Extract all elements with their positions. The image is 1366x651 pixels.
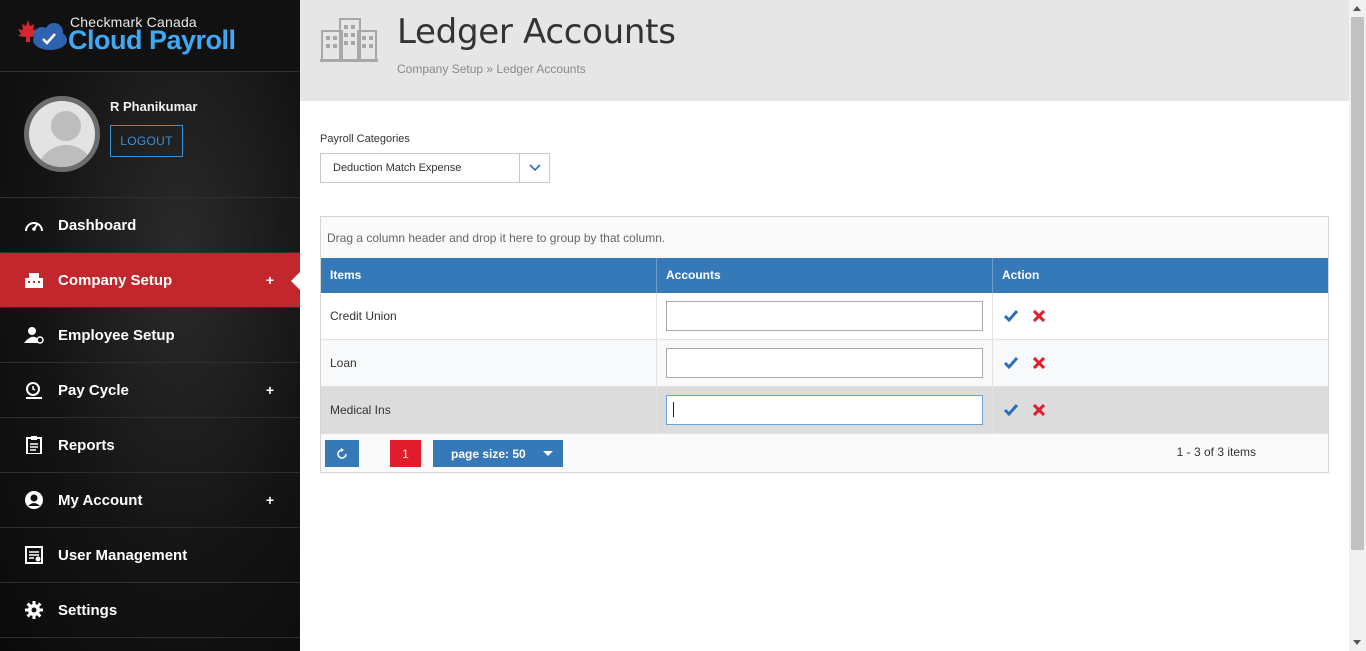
- breadcrumb: Company Setup » Ledger Accounts: [397, 62, 586, 76]
- group-by-drop-area[interactable]: Drag a column header and drop it here to…: [321, 217, 1328, 258]
- account-input[interactable]: [666, 348, 983, 378]
- expand-plus-icon[interactable]: +: [260, 382, 280, 398]
- sidebar-item-label: Pay Cycle: [58, 381, 129, 399]
- sidebar-item-label: Dashboard: [58, 216, 137, 234]
- cancel-x-icon[interactable]: [1030, 401, 1048, 419]
- item-name: Credit Union: [330, 309, 397, 323]
- account-user-icon: [24, 490, 44, 510]
- caret-down-icon: [543, 451, 553, 456]
- expand-plus-icon[interactable]: +: [260, 492, 280, 508]
- sidebar-item-label: Company Setup: [58, 271, 173, 289]
- page-title: Ledger Accounts: [397, 12, 676, 52]
- brand-main-text: Cloud Payroll: [68, 25, 236, 55]
- pager-info: 1 - 3 of 3 items: [1176, 445, 1256, 459]
- logout-button[interactable]: LOGOUT: [110, 125, 183, 157]
- user-management-icon: [24, 545, 44, 565]
- page-header: Ledger Accounts Company Setup » Ledger A…: [300, 0, 1349, 101]
- chevron-down-icon[interactable]: [519, 154, 549, 182]
- sidebar: Checkmark Canada Cloud Payroll R Phaniku…: [0, 0, 300, 651]
- cancel-x-icon[interactable]: [1030, 307, 1048, 325]
- sidebar-item-label: My Account: [58, 491, 143, 509]
- scrollbar-thumb[interactable]: [1351, 17, 1364, 550]
- item-name: Loan: [330, 356, 357, 370]
- save-check-icon[interactable]: [1002, 401, 1020, 419]
- expand-plus-icon[interactable]: +: [260, 272, 280, 288]
- scroll-up-arrow-icon[interactable]: [1353, 6, 1361, 11]
- grid-pager: 1 page size: 50 1 - 3 of 3 items: [321, 434, 1328, 471]
- sidebar-item-reports[interactable]: Reports: [0, 418, 300, 473]
- save-check-icon[interactable]: [1002, 307, 1020, 325]
- user-name: R Phanikumar: [110, 99, 198, 114]
- refresh-button[interactable]: [325, 440, 359, 467]
- settings-gear-icon: [24, 600, 44, 620]
- user-profile: R Phanikumar LOGOUT: [0, 72, 300, 198]
- building-icon: [320, 18, 378, 62]
- column-header-accounts[interactable]: Accounts: [657, 258, 993, 293]
- dropdown-selected-value: Deduction Match Expense: [333, 162, 462, 174]
- page-number-button[interactable]: 1: [390, 440, 421, 467]
- sidebar-item-dashboard[interactable]: Dashboard: [0, 198, 300, 253]
- sidebar-item-employee-setup[interactable]: Employee Setup: [0, 308, 300, 363]
- account-input[interactable]: [666, 395, 983, 425]
- text-cursor: [673, 402, 674, 417]
- main-content: Payroll Categories Deduction Match Expen…: [300, 101, 1349, 651]
- brand-logo[interactable]: Checkmark Canada Cloud Payroll: [0, 0, 300, 72]
- item-name: Medical Ins: [330, 403, 391, 417]
- refresh-icon: [337, 447, 347, 459]
- payroll-categories-label: Payroll Categories: [320, 133, 410, 145]
- column-header-action[interactable]: Action: [993, 258, 1328, 293]
- sidebar-item-my-account[interactable]: My Account +: [0, 473, 300, 528]
- sidebar-item-company-setup[interactable]: Company Setup +: [0, 253, 300, 308]
- dashboard-gauge-icon: [24, 215, 44, 235]
- maple-leaf-cloud-icon: [18, 20, 67, 50]
- employee-settings-icon: [24, 325, 44, 345]
- save-check-icon[interactable]: [1002, 354, 1020, 372]
- sidebar-item-label: Settings: [58, 601, 118, 619]
- page-scrollbar[interactable]: [1349, 0, 1366, 651]
- page-size-dropdown[interactable]: page size: 50: [433, 440, 563, 467]
- table-row: Loan: [321, 340, 1328, 387]
- avatar: [24, 96, 100, 172]
- grid-header: Items Accounts Action: [321, 258, 1328, 293]
- sidebar-item-settings[interactable]: Settings: [0, 583, 300, 638]
- payroll-categories-dropdown[interactable]: Deduction Match Expense: [320, 153, 550, 183]
- sidebar-item-label: Employee Setup: [58, 326, 175, 344]
- table-row: Medical Ins: [321, 387, 1328, 434]
- cancel-x-icon[interactable]: [1030, 354, 1048, 372]
- sidebar-item-label: User Management: [58, 546, 188, 564]
- reports-clipboard-icon: [24, 435, 44, 455]
- ledger-accounts-grid: Drag a column header and drop it here to…: [320, 216, 1329, 473]
- column-header-items[interactable]: Items: [321, 258, 657, 293]
- account-input[interactable]: [666, 301, 983, 331]
- sidebar-item-user-management[interactable]: User Management: [0, 528, 300, 583]
- scroll-down-arrow-icon[interactable]: [1353, 640, 1361, 645]
- sidebar-item-pay-cycle[interactable]: Pay Cycle +: [0, 363, 300, 418]
- pay-cycle-icon: [24, 380, 44, 400]
- company-building-icon: [24, 270, 44, 290]
- page-size-label: page size: 50: [451, 447, 526, 461]
- sidebar-item-label: Reports: [58, 436, 115, 454]
- table-row: Credit Union: [321, 293, 1328, 340]
